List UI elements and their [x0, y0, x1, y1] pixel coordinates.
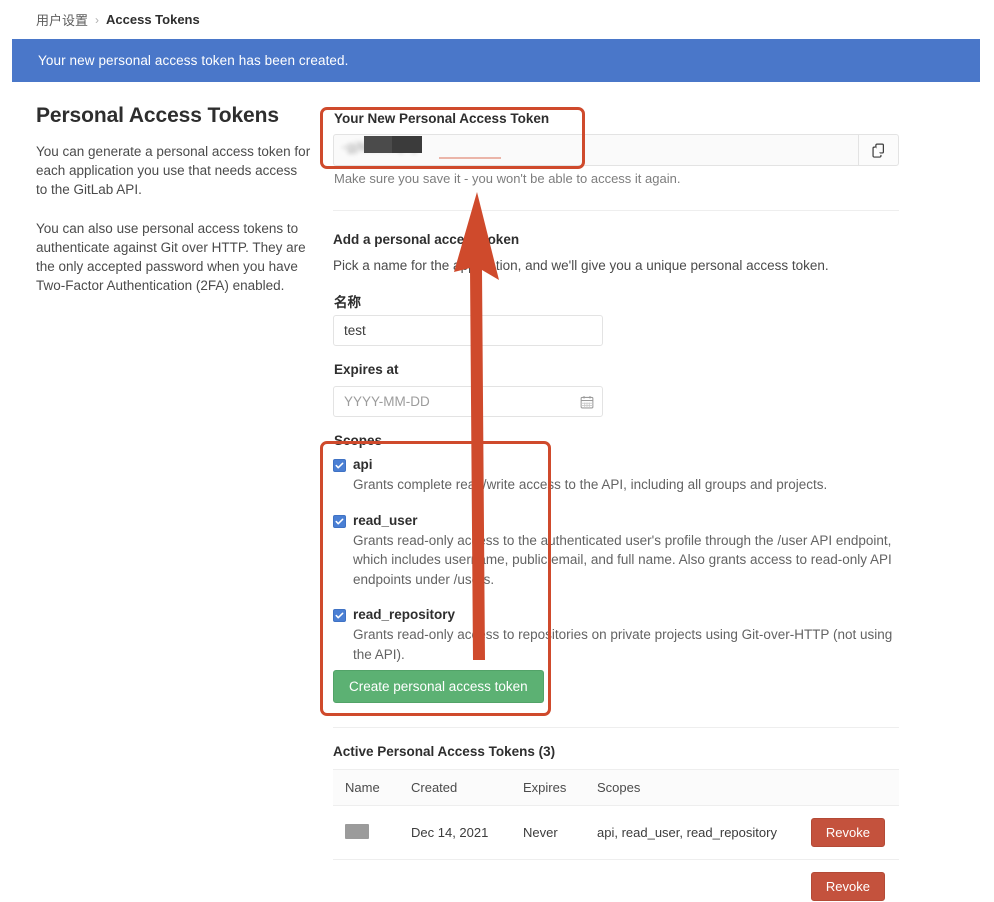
table-row: Dec 14, 2021 Never api, read_user, read_…: [333, 805, 899, 860]
scope-description: Grants read-only access to repositories …: [353, 627, 893, 662]
divider-after-token: [333, 210, 899, 211]
new-token-field-row: -gjM1SBqKy: [333, 134, 899, 166]
expires-input[interactable]: [334, 387, 580, 416]
intro-column: Personal Access Tokens You can generate …: [36, 104, 312, 315]
revoke-button[interactable]: Revoke: [810, 872, 885, 901]
column-header-created: Created: [411, 769, 523, 806]
divider-before-table: [333, 727, 899, 728]
breadcrumb: 用户设置 › Access Tokens: [36, 10, 200, 29]
cell-created: Dec 14, 2021: [411, 805, 523, 860]
cell-name: [333, 805, 411, 860]
calendar-icon[interactable]: [580, 395, 602, 409]
create-personal-access-token-button[interactable]: Create personal access token: [333, 670, 544, 703]
copy-icon: [872, 143, 884, 158]
active-tokens-table: Name Created Expires Scopes Dec 14, 2021…: [333, 769, 899, 902]
name-input[interactable]: [333, 315, 603, 346]
scope-item-api: api Grants complete read/write access to…: [333, 456, 893, 495]
scope-checkbox-read-user[interactable]: [333, 514, 346, 528]
column-header-actions: [799, 769, 899, 806]
check-icon: [335, 612, 344, 619]
scope-description: Grants read-only access to the authentic…: [353, 532, 892, 587]
cell-expires: Never: [523, 805, 597, 860]
intro-paragraph-1: You can generate a personal access token…: [36, 144, 311, 197]
success-alert: Your new personal access token has been …: [12, 39, 980, 82]
new-token-input[interactable]: -gjM1SBqKy: [333, 134, 858, 166]
scope-name: read_repository: [353, 607, 456, 622]
intro-paragraph-2: You can also use personal access tokens …: [36, 221, 306, 293]
table-row: Revoke: [333, 859, 899, 902]
cell-expires: [523, 859, 597, 902]
scope-checkbox-api[interactable]: [333, 459, 346, 472]
scope-name: read_user: [353, 512, 418, 528]
breadcrumb-current[interactable]: Access Tokens: [106, 12, 200, 27]
breadcrumb-root[interactable]: 用户设置: [36, 10, 88, 29]
scopes-label: Scopes: [334, 433, 383, 448]
scope-item-read-repository: read_repository Grants read-only access …: [333, 606, 893, 664]
success-alert-message: Your new personal access token has been …: [38, 53, 349, 68]
token-name-redaction: [345, 823, 369, 839]
cell-action: Revoke: [799, 805, 899, 860]
check-icon: [335, 462, 344, 469]
cell-scopes: api, read_user, read_repository: [597, 805, 800, 860]
active-tokens-heading: Active Personal Access Tokens (3): [333, 744, 556, 759]
new-token-redaction: [364, 136, 422, 153]
column-header-name: Name: [333, 769, 411, 806]
scopes-list: api Grants complete read/write access to…: [333, 456, 893, 681]
page-title: Personal Access Tokens: [36, 104, 279, 127]
column-header-scopes: Scopes: [597, 769, 800, 806]
cell-scopes: [597, 859, 800, 902]
expires-field-label: Expires at: [334, 362, 399, 377]
scope-checkbox-read-repository[interactable]: [333, 609, 346, 622]
new-token-heading: Your New Personal Access Token: [334, 111, 550, 126]
new-token-underline: [439, 157, 501, 159]
scope-item-read-user: read_user Grants read-only access to the…: [333, 512, 893, 590]
column-header-expires: Expires: [523, 769, 597, 806]
table-header-row: Name Created Expires Scopes: [333, 769, 899, 806]
cell-action: Revoke: [799, 859, 899, 902]
cell-name: [333, 859, 411, 902]
scope-name: api: [353, 457, 373, 472]
access-tokens-page: 用户设置 › Access Tokens Your new personal a…: [0, 0, 994, 902]
add-token-heading: Add a personal access token: [333, 232, 520, 247]
cell-created: [411, 859, 523, 902]
new-token-note: Make sure you save it - you won't be abl…: [334, 171, 681, 186]
breadcrumb-separator-icon: ›: [95, 12, 100, 27]
copy-token-button[interactable]: [858, 134, 899, 166]
expires-field-wrapper[interactable]: [333, 386, 603, 417]
revoke-button[interactable]: Revoke: [810, 818, 885, 847]
scope-description: Grants complete read/write access to the…: [353, 477, 828, 492]
check-icon: [335, 518, 344, 524]
add-token-subheading: Pick a name for the application, and we'…: [333, 258, 829, 273]
name-field-label: 名称: [334, 295, 361, 310]
